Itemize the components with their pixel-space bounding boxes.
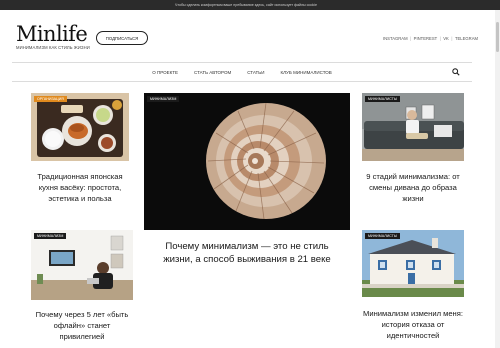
article-badge[interactable]: МИНИМАЛИСТЫ bbox=[365, 96, 401, 102]
article-title[interactable]: 9 стадий минимализма: от смены дивана до… bbox=[362, 171, 464, 204]
article-badge[interactable]: МИНИМАЛИЗМ bbox=[34, 233, 67, 239]
nav-item-club[interactable]: КЛУБ МИНИМАЛИСТОВ bbox=[272, 70, 339, 75]
article-card-identities[interactable]: МИНИМАЛИСТЫ Минимализм изменил меня: ист… bbox=[362, 230, 464, 348]
nav-item-about[interactable]: О ПРОЕКТЕ bbox=[144, 70, 186, 75]
sofa-scene-image bbox=[362, 93, 464, 161]
article-card-stages[interactable]: МИНИМАЛИСТЫ 9 стадий минимализма: от сме… bbox=[362, 93, 464, 228]
article-card-offline[interactable]: МИНИМАЛИЗМ Почему через 5 лет «быть офла… bbox=[31, 230, 133, 348]
article-card-featured[interactable]: МИНИМАЛИЗМ Почему минимализм — это не ст… bbox=[144, 93, 350, 283]
article-image-washoku[interactable]: ОРГАНИЗАЦИЯ bbox=[31, 93, 129, 161]
article-image-house[interactable]: МИНИМАЛИСТЫ bbox=[362, 230, 464, 297]
social-link-telegram[interactable]: TELEGRAM bbox=[455, 36, 478, 41]
cookie-notice-bar: Чтобы сделать комфортным ваше пребывание… bbox=[0, 0, 500, 10]
article-title[interactable]: Почему через 5 лет «быть офлайн» станет … bbox=[31, 309, 133, 342]
article-image-workspace[interactable]: МИНИМАЛИЗМ bbox=[31, 230, 133, 300]
social-link-instagram[interactable]: INSTAGRAM bbox=[383, 36, 408, 41]
article-image-nautilus[interactable]: МИНИМАЛИЗМ bbox=[144, 93, 350, 230]
article-badge[interactable]: МИНИМАЛИСТЫ bbox=[365, 233, 401, 239]
site-tagline: МИНИМАЛИЗМ КАК СТИЛЬ ЖИЗНИ bbox=[16, 45, 90, 50]
nautilus-shell-image bbox=[144, 93, 350, 230]
scrollbar[interactable] bbox=[495, 10, 500, 348]
article-title[interactable]: Почему минимализм — это не стиль жизни, … bbox=[158, 240, 336, 266]
cookie-notice-text: Чтобы сделать комфортным ваше пребывание… bbox=[174, 3, 318, 7]
article-image-sofa[interactable]: МИНИМАЛИСТЫ bbox=[362, 93, 464, 161]
social-links: INSTAGRAM | PINTEREST | VK | TELEGRAM bbox=[383, 36, 478, 41]
article-title[interactable]: Минимализм изменил меня: история отказа … bbox=[362, 308, 464, 341]
article-title[interactable]: Традиционная японская кухня васёку: прос… bbox=[31, 171, 129, 204]
site-logo[interactable]: Minlife bbox=[16, 23, 88, 45]
main-navigation: О ПРОЕКТЕ СТАТЬ АВТОРОМ СТАТЬИ КЛУБ МИНИ… bbox=[12, 62, 472, 82]
social-link-pinterest[interactable]: PINTEREST bbox=[414, 36, 438, 41]
article-card-washoku[interactable]: ОРГАНИЗАЦИЯ Традиционная японская кухня … bbox=[31, 93, 129, 228]
scrollbar-thumb[interactable] bbox=[496, 22, 499, 52]
nav-item-become-author[interactable]: СТАТЬ АВТОРОМ bbox=[186, 70, 239, 75]
nav-item-articles[interactable]: СТАТЬИ bbox=[239, 70, 272, 75]
article-badge[interactable]: ОРГАНИЗАЦИЯ bbox=[34, 96, 67, 102]
search-icon[interactable] bbox=[452, 68, 460, 76]
house-image bbox=[362, 230, 464, 297]
food-tray-image bbox=[31, 93, 129, 161]
subscribe-button[interactable]: ПОДПИСАТЬСЯ bbox=[96, 31, 148, 45]
workspace-image bbox=[31, 230, 133, 300]
article-badge[interactable]: МИНИМАЛИЗМ bbox=[147, 96, 180, 102]
